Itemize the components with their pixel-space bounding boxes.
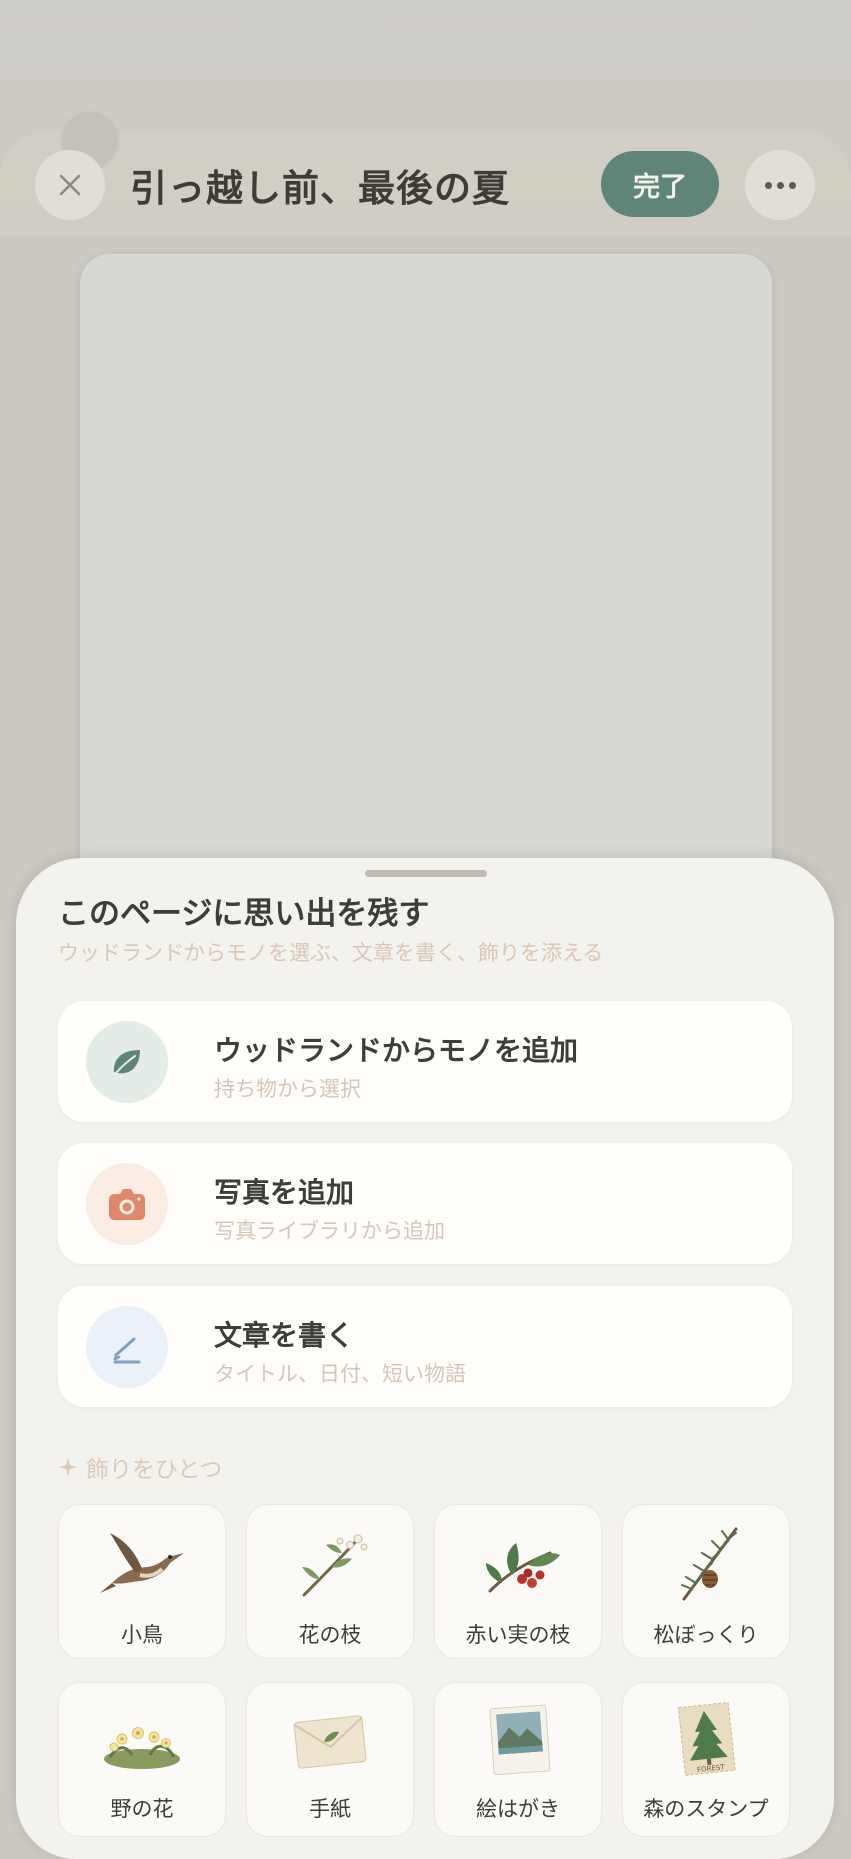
action-description: 写真ライブラリから追加 xyxy=(214,1219,445,1243)
action-description: 持ち物から選択 xyxy=(214,1077,361,1101)
add-memory-sheet: このページに思い出を残す ウッドランドからモノを選ぶ、文章を書く、飾りを添える … xyxy=(16,858,834,1859)
decoration-tile-letter[interactable]: 手紙 xyxy=(246,1682,414,1837)
sparkle-icon xyxy=(59,1458,77,1476)
postcard-icon xyxy=(489,1704,551,1776)
wildflower-icon xyxy=(104,1727,180,1769)
action-description: タイトル、日付、短い物語 xyxy=(214,1362,466,1386)
page-canvas[interactable] xyxy=(80,254,772,894)
action-label: 文章を書く xyxy=(214,1319,355,1352)
decoration-label: 小鳥 xyxy=(121,1623,163,1647)
decoration-label: 絵はがき xyxy=(476,1797,560,1821)
sheet-title: このページに思い出を残す xyxy=(58,896,430,932)
action-icon-bg xyxy=(86,1306,168,1388)
decoration-label: 森のスタンプ xyxy=(643,1797,769,1821)
action-label: 写真を追加 xyxy=(214,1176,355,1209)
page-title: 引っ越し前、最後の夏 xyxy=(130,167,510,210)
write-text-button[interactable]: 文章を書く タイトル、日付、短い物語 xyxy=(58,1286,792,1407)
forest-stamp-icon: FOREST xyxy=(677,1701,736,1776)
more-horizontal-icon xyxy=(764,181,796,189)
decoration-label: 松ぼっくり xyxy=(653,1623,759,1647)
decorations-heading-label: 飾りをひとつ xyxy=(86,1457,223,1483)
decoration-label: 花の枝 xyxy=(298,1623,362,1647)
bird-icon xyxy=(100,1533,184,1593)
done-button[interactable]: 完了 xyxy=(601,151,719,217)
decoration-tile-flower-branch[interactable]: 花の枝 xyxy=(246,1504,414,1659)
decoration-tile-bird[interactable]: 小鳥 xyxy=(58,1504,226,1659)
decorations-heading: 飾りをひとつ xyxy=(58,1450,222,1484)
action-icon-bg xyxy=(86,1163,168,1245)
add-photo-button[interactable]: 写真を追加 写真ライブラリから追加 xyxy=(58,1143,792,1264)
pinecone-icon xyxy=(681,1527,738,1601)
decoration-label: 手紙 xyxy=(309,1797,351,1821)
flower-branch-icon xyxy=(302,1534,368,1597)
decoration-label: 赤い実の枝 xyxy=(465,1623,571,1647)
action-icon-bg xyxy=(86,1021,168,1103)
sheet-grabber[interactable] xyxy=(365,870,487,877)
sheet-subtitle: ウッドランドからモノを選ぶ、文章を書く、飾りを添える xyxy=(58,941,604,965)
camera-icon xyxy=(109,1189,145,1220)
red-berry-branch-icon xyxy=(486,1543,560,1593)
more-button[interactable] xyxy=(745,150,815,220)
stamp-text: FOREST xyxy=(697,1763,726,1774)
action-label: ウッドランドからモノを追加 xyxy=(214,1034,579,1067)
decoration-label: 野の花 xyxy=(110,1797,174,1821)
close-button[interactable] xyxy=(35,150,105,220)
letter-icon xyxy=(293,1715,367,1769)
decoration-tile-postcard[interactable]: 絵はがき xyxy=(434,1682,602,1837)
decoration-tile-pinecone[interactable]: 松ぼっくり xyxy=(622,1504,790,1659)
decoration-tile-red-berry-branch[interactable]: 赤い実の枝 xyxy=(434,1504,602,1659)
add-woodland-item-button[interactable]: ウッドランドからモノを追加 持ち物から選択 xyxy=(58,1001,792,1122)
close-icon xyxy=(59,174,81,196)
pen-icon xyxy=(113,1337,141,1364)
decoration-tile-forest-stamp[interactable]: FOREST 森のスタンプ xyxy=(622,1682,790,1837)
leaf-icon xyxy=(113,1050,140,1074)
decoration-tile-wildflower[interactable]: 野の花 xyxy=(58,1682,226,1837)
